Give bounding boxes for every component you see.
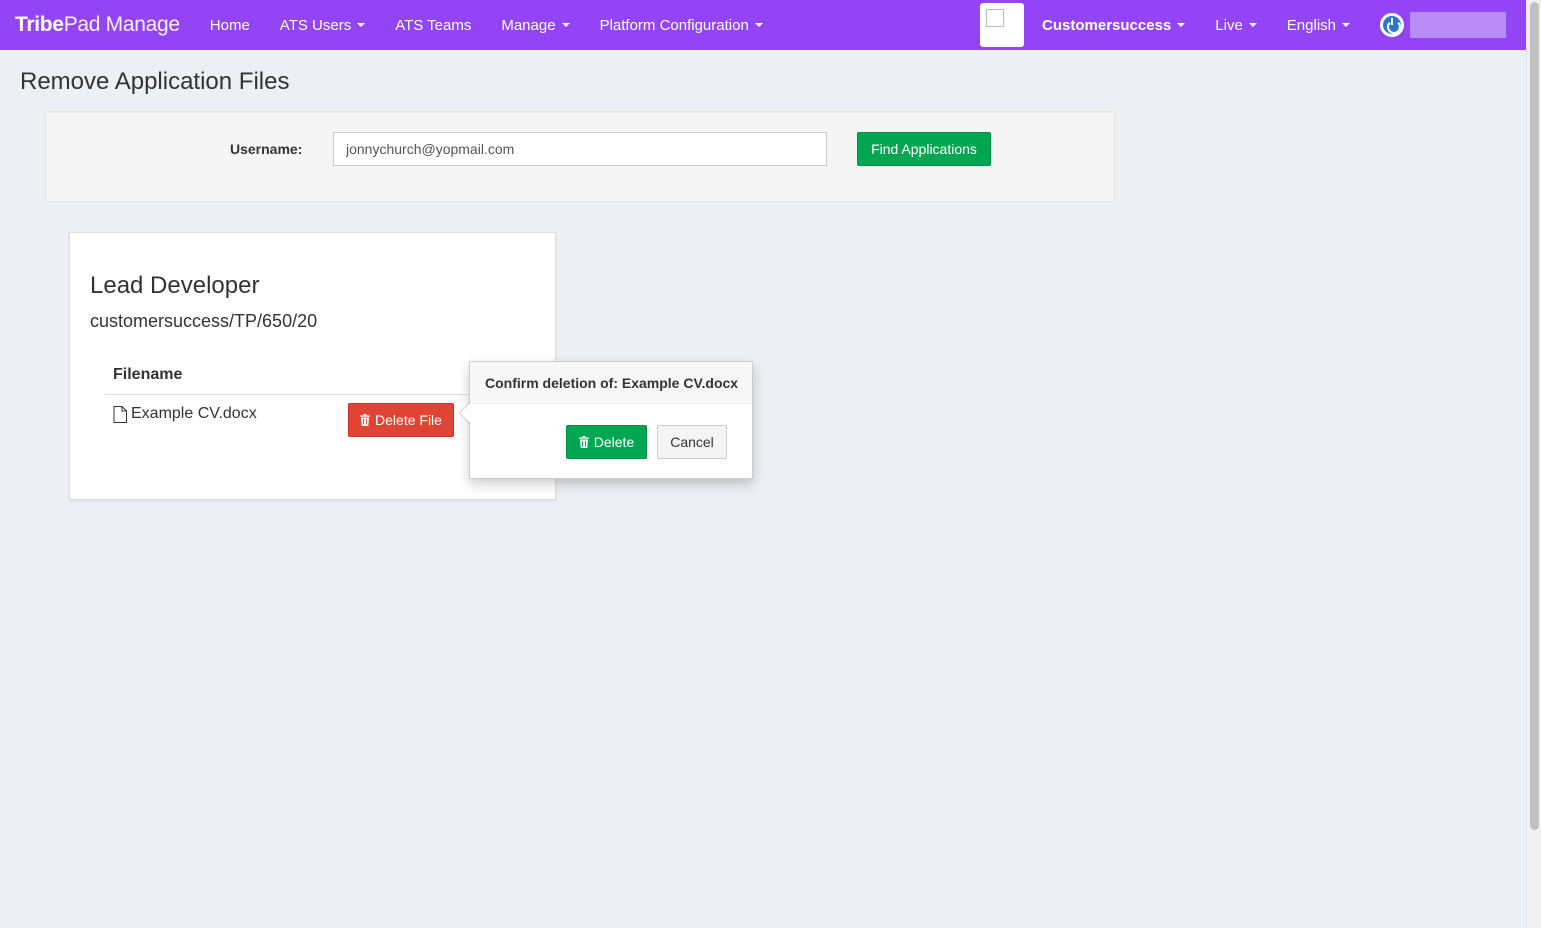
nav-home[interactable]: Home: [195, 0, 265, 50]
user-name-redacted[interactable]: [1410, 12, 1506, 38]
application-title: Lead Developer: [90, 272, 260, 299]
file-icon: [113, 405, 127, 423]
file-name[interactable]: Example CV.docx: [131, 405, 257, 423]
chevron-down-icon: [357, 23, 366, 27]
brand-logo[interactable]: Tribe Pad Manage: [15, 13, 180, 37]
popover-title: Confirm deletion of: Example CV.docx: [470, 362, 752, 404]
nav-platform-configuration[interactable]: Platform Configuration: [585, 0, 778, 50]
language-selector[interactable]: English: [1272, 0, 1365, 50]
cancel-button[interactable]: Cancel: [657, 425, 727, 459]
chevron-down-icon: [1248, 23, 1257, 27]
main-nav: Home ATS Users ATS Teams Manage Platform…: [195, 0, 778, 50]
file-row: Example CV.docx: [113, 405, 257, 423]
client-selector[interactable]: Customersuccess: [1027, 0, 1200, 50]
page-title: Remove Application Files: [20, 68, 290, 95]
delete-file-button[interactable]: Delete File: [348, 403, 454, 437]
search-panel: Username: Find Applications: [45, 111, 1115, 202]
environment-selector[interactable]: Live: [1200, 0, 1272, 50]
chevron-down-icon: [561, 23, 570, 27]
popover-body: Delete Cancel: [470, 404, 752, 478]
username-label: Username:: [230, 141, 303, 157]
nav-manage[interactable]: Manage: [486, 0, 584, 50]
popover-arrow: [459, 402, 470, 424]
chevron-down-icon: [1342, 23, 1350, 27]
trash-icon: [578, 436, 589, 448]
chevron-down-icon: [754, 23, 763, 27]
top-navbar: Tribe Pad Manage Home ATS Users ATS Teams…: [0, 0, 1526, 50]
power-icon[interactable]: [1380, 13, 1404, 37]
application-reference: customersuccess/TP/650/20: [90, 311, 318, 331]
nav-right: Customersuccess Live English: [980, 0, 1526, 50]
confirm-delete-button[interactable]: Delete: [566, 425, 647, 459]
username-input[interactable]: [333, 132, 827, 166]
nav-ats-teams[interactable]: ATS Teams: [380, 0, 486, 50]
scrollbar-thumb[interactable]: [1530, 2, 1539, 830]
confirm-delete-popover: Confirm deletion of: Example CV.docx Del…: [459, 361, 753, 479]
filename-column-header: Filename: [105, 359, 475, 395]
client-logo-image: [980, 3, 1025, 47]
chevron-down-icon: [1177, 23, 1186, 27]
find-applications-button[interactable]: Find Applications: [857, 132, 991, 166]
nav-ats-users[interactable]: ATS Users: [265, 0, 380, 50]
page-scrollbar[interactable]: [1526, 0, 1541, 928]
trash-icon: [360, 414, 371, 426]
